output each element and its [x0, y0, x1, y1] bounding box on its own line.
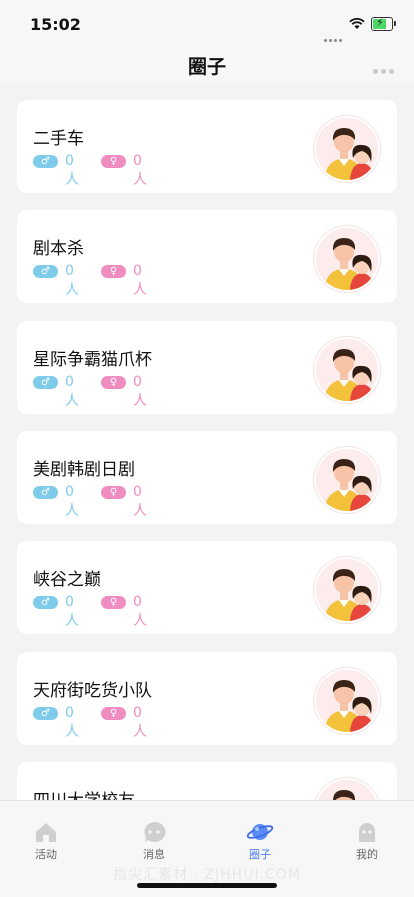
female-count: 0人	[133, 705, 147, 740]
couple-avatar-icon	[314, 557, 380, 623]
tab-label: 我的	[356, 848, 378, 861]
status-time: 15:02	[30, 15, 81, 34]
female-icon: ♀	[101, 265, 126, 278]
female-count: 0人	[133, 263, 147, 298]
tab-label: 消息	[143, 848, 165, 861]
tab-activity[interactable]: 活动	[16, 821, 76, 862]
female-icon: ♀	[101, 596, 126, 609]
circle-name: 峡谷之巅	[33, 570, 101, 590]
circle-name: 剧本杀	[33, 239, 84, 259]
circle-name: 天府街吃货小队	[33, 681, 152, 701]
battery-icon: ⚡	[371, 16, 396, 31]
home-icon	[36, 823, 56, 842]
male-icon: ♂	[33, 376, 58, 389]
page-title: 圈子	[187, 56, 226, 78]
circle-card[interactable]: 美剧韩剧日剧 ♂ 0人 ♀ 0人	[17, 431, 397, 524]
tab-profile[interactable]: 我的	[337, 821, 397, 862]
female-count: 0人	[133, 153, 147, 188]
planet-icon	[246, 824, 274, 840]
tab-bar: 活动 消息 圈子 我的 指尖汇素材 · ZJHHUI.COM	[0, 800, 414, 897]
tab-label: 圈子	[249, 848, 271, 861]
circle-card[interactable]: 二手车 ♂ 0人 ♀ 0人	[17, 100, 397, 193]
male-icon: ♂	[33, 265, 58, 278]
female-icon: ♀	[101, 376, 126, 389]
wifi-icon	[349, 18, 365, 29]
female-count: 0人	[133, 594, 147, 629]
tab-messages[interactable]: 消息	[124, 821, 184, 862]
circle-card[interactable]: 星际争霸猫爪杯 ♂ 0人 ♀ 0人	[17, 321, 397, 414]
circle-card[interactable]: 剧本杀 ♂ 0人 ♀ 0人	[17, 210, 397, 303]
female-icon: ♀	[101, 155, 126, 168]
male-count: 0人	[65, 374, 79, 409]
circle-name: 星际争霸猫爪杯	[33, 350, 152, 370]
tab-label: 活动	[35, 848, 57, 861]
couple-avatar-icon	[314, 116, 380, 182]
couple-avatar-icon	[314, 447, 380, 513]
female-count: 0人	[133, 484, 147, 519]
home-indicator[interactable]	[137, 883, 277, 888]
male-icon: ♂	[33, 155, 58, 168]
circle-card[interactable]: 天府街吃货小队 ♂ 0人 ♀ 0人	[17, 652, 397, 745]
circle-card[interactable]: 峡谷之巅 ♂ 0人 ♀ 0人	[17, 541, 397, 634]
more-icon[interactable]	[370, 59, 394, 78]
nav-bar: 圈子	[0, 44, 414, 84]
couple-avatar-icon	[314, 226, 380, 292]
couple-avatar-icon	[314, 668, 380, 734]
female-icon: ♀	[101, 707, 126, 720]
circle-name: 美剧韩剧日剧	[33, 460, 135, 480]
male-icon: ♂	[33, 486, 58, 499]
male-count: 0人	[65, 153, 79, 188]
profile-icon	[359, 823, 375, 842]
couple-avatar-icon	[314, 778, 380, 800]
couple-avatar-icon	[314, 337, 380, 403]
male-icon: ♂	[33, 707, 58, 720]
male-count: 0人	[65, 263, 79, 298]
tab-circles[interactable]: 圈子	[230, 821, 290, 862]
circle-name: 二手车	[33, 129, 84, 149]
watermark: 指尖汇素材 · ZJHHUI.COM	[113, 867, 301, 883]
male-icon: ♂	[33, 596, 58, 609]
female-icon: ♀	[101, 486, 126, 499]
female-count: 0人	[133, 374, 147, 409]
circle-list[interactable]: 二手车 ♂ 0人 ♀ 0人 剧本杀 ♂ 0人 ♀ 0人 星际争霸猫爪杯 ♂ 0人…	[0, 84, 414, 800]
circle-card[interactable]: 四川大学校友 ♂ 0人 ♀ 0人	[17, 762, 397, 800]
male-count: 0人	[65, 594, 79, 629]
male-count: 0人	[65, 705, 79, 740]
circle-name: 四川大学校友	[33, 786, 135, 800]
male-count: 0人	[65, 484, 79, 519]
status-bar: 15:02 ⚡	[0, 0, 414, 44]
message-icon	[144, 821, 166, 842]
